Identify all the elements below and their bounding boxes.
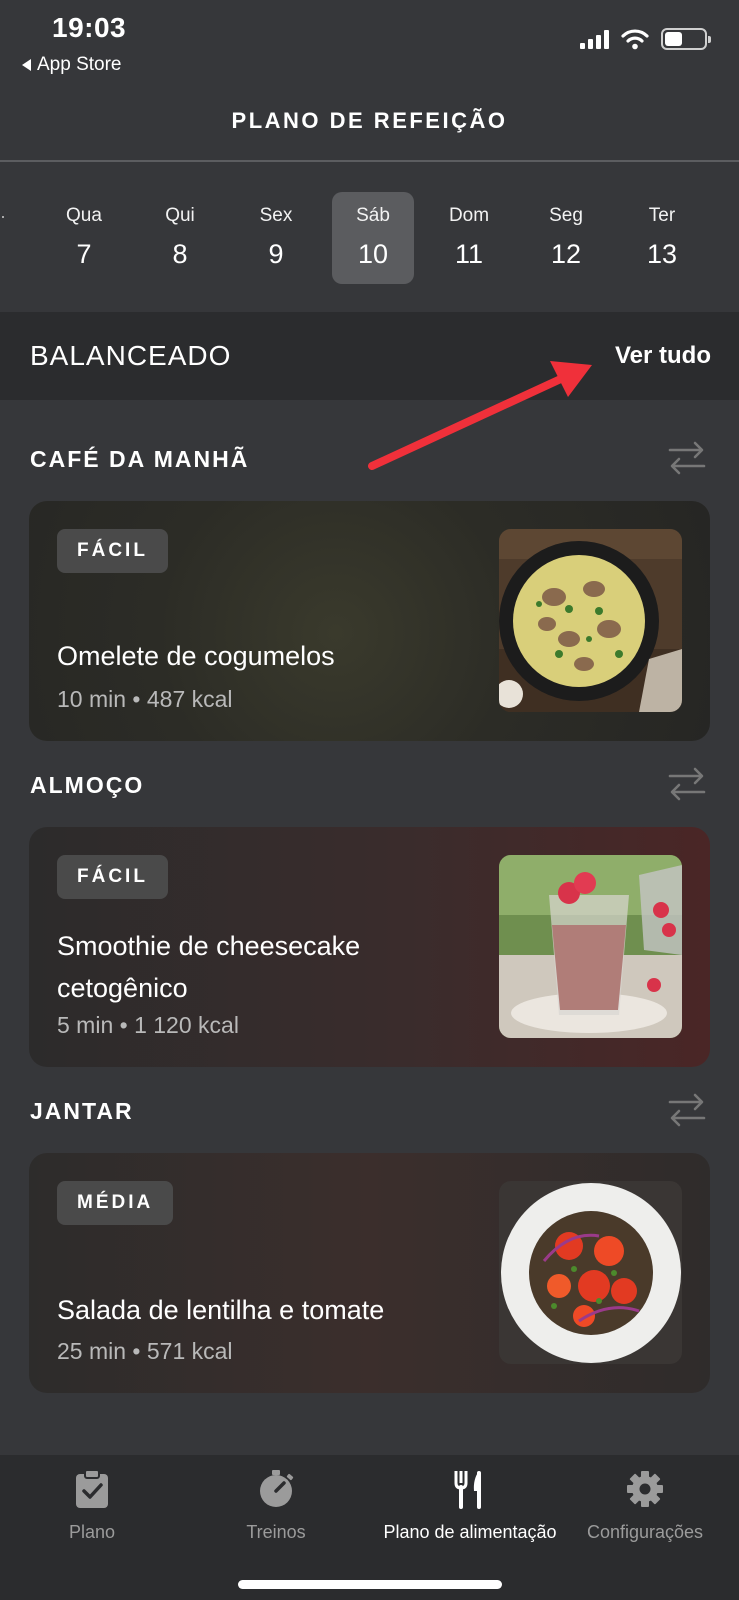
status-time: 19:03 — [52, 12, 127, 43]
meal-card-breakfast[interactable]: FÁCIL Omelete de cogumelos 10 min • 487 … — [29, 501, 710, 741]
status-icons — [580, 28, 711, 50]
see-all-link[interactable]: Ver tudo — [615, 342, 711, 370]
day-name: Seg — [549, 205, 583, 226]
day-name: Sex — [259, 205, 293, 226]
difficulty-badge: MÉDIA — [57, 1181, 174, 1225]
tab-plan[interactable]: Plano — [42, 1469, 142, 1543]
back-to-app-store[interactable]: App Store — [22, 54, 122, 76]
meal-title: Smoothie de cheesecake cetogênico — [57, 931, 361, 1003]
fork-knife-icon — [454, 1471, 481, 1509]
day-name: Qua — [66, 205, 102, 226]
day-item[interactable]: Ter 13 — [621, 192, 703, 284]
swap-meal-icon[interactable] — [665, 1088, 709, 1132]
difficulty-badge: FÁCIL — [57, 529, 168, 573]
back-label: App Store — [37, 54, 122, 75]
day-selector: · Qua 7 Qui 8 Sex 9 Sáb 10 Dom 11 Seg 12… — [0, 162, 739, 312]
day-number: 8 — [172, 239, 188, 269]
section-title-dinner: JANTAR — [30, 1098, 134, 1124]
salad-photo — [499, 1181, 682, 1364]
page-title: PLANO DE REFEIÇÃO — [231, 108, 508, 133]
clipboard-check-icon — [76, 1469, 108, 1508]
meal-meta: 5 min • 1 120 kcal — [57, 1012, 239, 1038]
cellular-signal-icon — [580, 29, 609, 49]
meal-title: Salada de lentilha e tomate — [57, 1295, 385, 1325]
day-name: Ter — [648, 205, 676, 226]
day-item[interactable]: Sex 9 — [235, 192, 317, 284]
battery-icon — [661, 28, 711, 50]
meal-card-lunch[interactable]: FÁCIL Smoothie de cheesecake cetogênico … — [29, 827, 710, 1067]
wifi-icon — [621, 29, 649, 50]
tab-settings[interactable]: Configurações — [575, 1469, 715, 1543]
gear-icon — [627, 1471, 663, 1507]
day-item[interactable]: Dom 11 — [428, 192, 510, 284]
smoothie-photo — [499, 855, 682, 1038]
day-number: 7 — [76, 239, 92, 269]
meal-meta: 10 min • 487 kcal — [57, 686, 233, 712]
tab-label: Plano de alimentação — [383, 1522, 557, 1542]
day-number: 12 — [550, 239, 582, 269]
day-item-selected[interactable]: Sáb 10 — [332, 192, 414, 284]
stopwatch-icon — [260, 1470, 294, 1507]
tab-label: Configurações — [586, 1522, 704, 1542]
day-name: Sáb — [356, 205, 390, 226]
back-triangle-icon — [22, 59, 31, 71]
tab-workouts[interactable]: Treinos — [226, 1469, 326, 1543]
meal-title: Omelete de cogumelos — [57, 641, 335, 671]
day-item[interactable]: Qui 8 — [139, 192, 221, 284]
day-item[interactable]: Qua 7 — [43, 192, 125, 284]
status-bar: 19:03 App Store — [0, 0, 739, 80]
home-indicator[interactable] — [238, 1580, 502, 1589]
difficulty-badge: FÁCIL — [57, 855, 168, 899]
day-number: 13 — [646, 239, 678, 269]
day-number: 11 — [454, 239, 484, 269]
tab-label: Plano — [68, 1522, 116, 1542]
day-number: 9 — [268, 239, 284, 269]
previous-day-edge: · — [0, 206, 6, 226]
section-title-breakfast: CAFÉ DA MANHÃ — [30, 446, 250, 472]
day-number: 10 — [357, 239, 389, 269]
tab-meal-plan[interactable]: Plano de alimentação — [370, 1469, 570, 1543]
meal-card-dinner[interactable]: MÉDIA Salada de lentilha e tomate 25 min… — [29, 1153, 710, 1393]
annotation-arrow-icon — [368, 361, 592, 470]
omelette-photo — [499, 529, 682, 712]
tab-label: Treinos — [246, 1522, 306, 1542]
day-name: Dom — [448, 205, 490, 226]
day-name: Qui — [165, 205, 195, 226]
swap-meal-icon[interactable] — [665, 762, 709, 806]
plan-title: BALANCEADO — [30, 340, 232, 371]
tab-bar: Plano Treinos Plano de alimentação Confi… — [0, 1455, 739, 1600]
swap-meal-icon[interactable] — [665, 436, 709, 480]
section-title-lunch: ALMOÇO — [30, 772, 145, 798]
meal-meta: 25 min • 571 kcal — [57, 1338, 233, 1364]
day-item[interactable]: Seg 12 — [525, 192, 607, 284]
